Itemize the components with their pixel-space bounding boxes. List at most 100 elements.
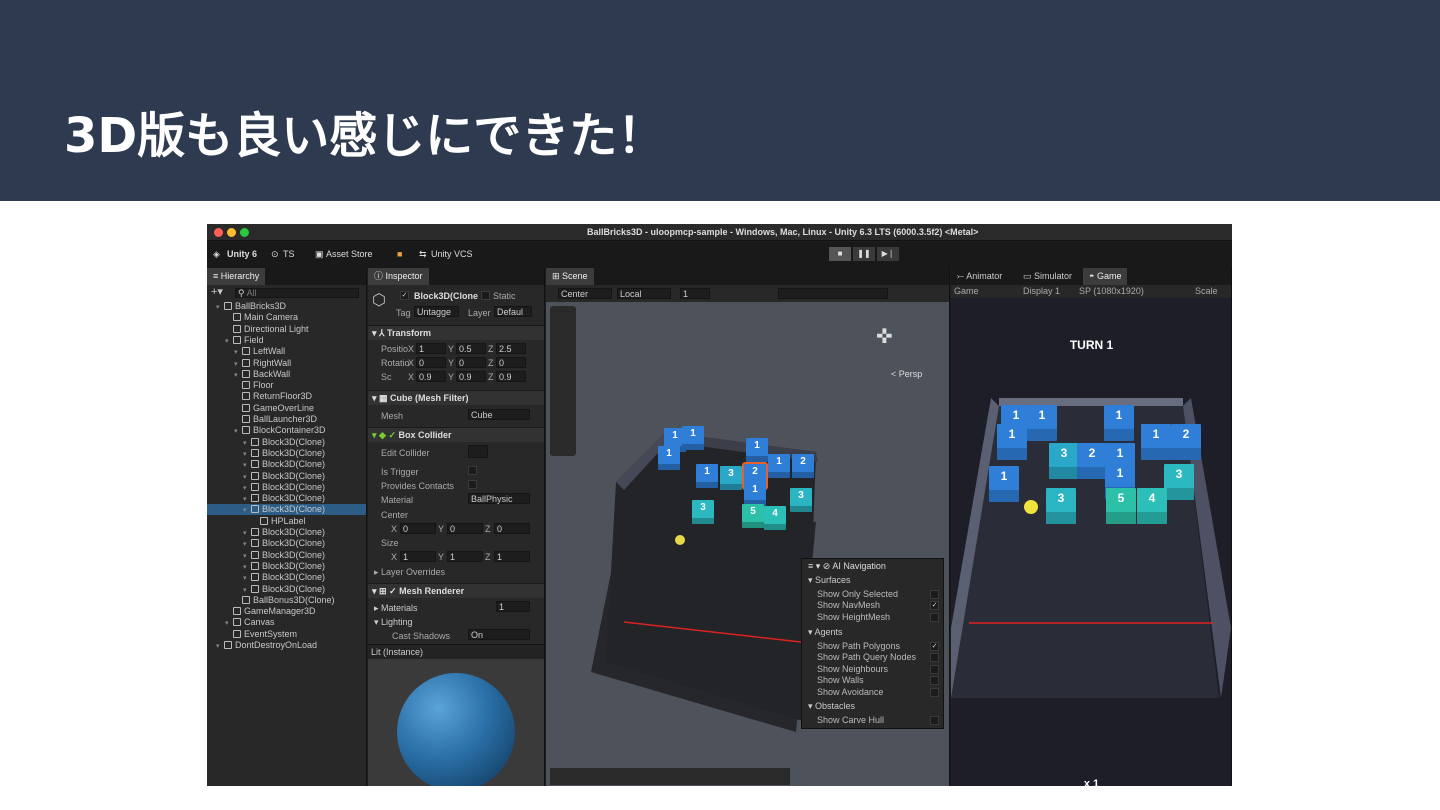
game-viewport[interactable] xyxy=(951,298,1232,786)
scene-gizmo-icon[interactable]: ✜ xyxy=(876,324,893,349)
scene-block[interactable]: 1 xyxy=(682,426,704,450)
ai-nav-option-checkbox[interactable] xyxy=(930,590,939,599)
hierarchy-item[interactable]: HPLabel xyxy=(207,516,366,527)
ai-nav-option-checkbox[interactable]: ✓ xyxy=(930,642,939,651)
hierarchy-item[interactable]: ▾ Block3D(Clone) xyxy=(207,493,366,504)
mesh-filter-header[interactable]: ▾ ▦ Cube (Mesh Filter) xyxy=(368,390,544,405)
hierarchy-item[interactable]: ▾ Field xyxy=(207,335,366,346)
ai-nav-option-checkbox[interactable] xyxy=(930,687,939,697)
hierarchy-item[interactable]: ▾ Block3D(Clone) xyxy=(207,527,366,538)
scene-block[interactable]: 3 xyxy=(790,488,812,512)
hierarchy-item[interactable]: ▾ Block3D(Clone) xyxy=(207,550,366,561)
tab-simulator[interactable]: ▭ Simulator xyxy=(1017,268,1078,285)
material-field[interactable]: BallPhysic xyxy=(468,493,530,504)
unity-version-label[interactable]: Unity 6 xyxy=(227,249,257,259)
stop-button[interactable]: ■ xyxy=(829,247,851,261)
scene-block[interactable]: 1 xyxy=(696,464,718,488)
package-icon[interactable]: ■ xyxy=(397,249,402,259)
hierarchy-item[interactable]: ▾ BlockContainer3D xyxy=(207,425,366,436)
scene-block[interactable]: 1 xyxy=(746,438,768,462)
center-z-field[interactable]: 0 xyxy=(494,523,530,534)
hierarchy-item[interactable]: ▾ DontDestroyOnLoad xyxy=(207,640,366,652)
scale-y-field[interactable]: 0.9 xyxy=(456,371,486,382)
center-y-field[interactable]: 0 xyxy=(447,523,483,534)
hierarchy-item[interactable]: ▾ RightWall xyxy=(207,358,366,369)
add-object-button[interactable]: +▾ xyxy=(211,287,223,298)
transform-header[interactable]: ▾ ⅄ Transform xyxy=(368,325,544,340)
size-y-field[interactable]: 1 xyxy=(447,551,483,562)
cast-shadows-dropdown[interactable]: On xyxy=(468,629,530,640)
display-dropdown[interactable]: Display 1 xyxy=(1023,286,1060,296)
tab-inspector[interactable]: ⓘ Inspector xyxy=(368,268,429,285)
hierarchy-item[interactable]: GameManager3D xyxy=(207,606,366,617)
size-z-field[interactable]: 1 xyxy=(494,551,530,562)
scale-z-field[interactable]: 0.9 xyxy=(496,371,526,382)
mesh-field[interactable]: Cube xyxy=(468,409,530,420)
hierarchy-item[interactable]: ▾ Block3D(Clone) xyxy=(207,459,366,470)
active-checkbox[interactable]: ✓ xyxy=(400,291,409,300)
scene-block[interactable]: 3 xyxy=(692,500,714,524)
ai-nav-option-checkbox[interactable] xyxy=(930,676,939,686)
is-trigger-checkbox[interactable] xyxy=(468,466,477,475)
hierarchy-item[interactable]: ▾ Block3D(Clone) xyxy=(207,448,366,459)
tab-animator[interactable]: ⤚ Animator xyxy=(951,268,1008,285)
rotation-z-field[interactable]: 0 xyxy=(496,357,526,368)
hierarchy-search-input[interactable]: ⚲ All xyxy=(235,288,359,298)
grid-size-field[interactable]: 1 xyxy=(680,288,710,299)
hierarchy-item[interactable]: ▾ Block3D(Clone) xyxy=(207,584,366,595)
hierarchy-item[interactable]: ▾ Block3D(Clone) xyxy=(207,561,366,572)
expand-arrow-icon[interactable]: ▾ xyxy=(216,641,224,652)
scene-block[interactable]: 1 xyxy=(658,446,680,470)
scene-tool-palette[interactable] xyxy=(550,306,576,456)
size-x-field[interactable]: 1 xyxy=(400,551,436,562)
scene-block[interactable]: 1 xyxy=(744,482,766,506)
layer-dropdown[interactable]: Defaul xyxy=(494,306,532,317)
hierarchy-item[interactable]: EventSystem xyxy=(207,629,366,640)
layer-overrides-foldout[interactable]: ▸ Layer Overrides xyxy=(374,567,445,578)
scale-x-field[interactable]: 0.9 xyxy=(416,371,446,382)
hierarchy-item[interactable]: ▾ BallBricks3D xyxy=(207,301,366,312)
ai-navigation-title-row[interactable]: ≡ ▾ ⊘ AI Navigation xyxy=(808,561,886,572)
scene-block[interactable]: 2 xyxy=(792,454,814,478)
tab-hierarchy[interactable]: ≡ Hierarchy xyxy=(207,268,266,285)
ai-nav-option-checkbox[interactable]: ✓ xyxy=(930,601,939,611)
hierarchy-item[interactable]: Floor xyxy=(207,380,366,391)
position-z-field[interactable]: 2.5 xyxy=(496,343,526,354)
hierarchy-item[interactable]: ▾ Block3D(Clone) xyxy=(207,572,366,583)
hierarchy-item[interactable]: ▾ Block3D(Clone) xyxy=(207,538,366,549)
hierarchy-item[interactable]: ▾ Block3D(Clone) xyxy=(207,471,366,482)
center-x-field[interactable]: 0 xyxy=(400,523,436,534)
scene-block[interactable]: 1 xyxy=(768,454,790,478)
close-window-button[interactable] xyxy=(214,228,223,237)
hierarchy-item[interactable]: Directional Light xyxy=(207,324,366,335)
hierarchy-item[interactable]: ▾ Block3D(Clone) xyxy=(207,504,366,516)
step-button[interactable]: ▶❘ xyxy=(877,247,899,261)
mesh-renderer-header[interactable]: ▾ ⊞ ✓ Mesh Renderer xyxy=(368,583,544,598)
zoom-window-button[interactable] xyxy=(240,228,249,237)
pivot-dropdown[interactable]: Center xyxy=(558,288,612,299)
tab-scene[interactable]: ⊞ Scene xyxy=(546,268,594,285)
account-button[interactable]: TS xyxy=(283,249,295,259)
hierarchy-item[interactable]: BallBonus3D(Clone) xyxy=(207,595,366,606)
position-y-field[interactable]: 0.5 xyxy=(456,343,486,354)
static-checkbox[interactable] xyxy=(481,291,490,300)
rotation-y-field[interactable]: 0 xyxy=(456,357,486,368)
pause-button[interactable]: ❚❚ xyxy=(853,247,875,261)
tag-dropdown[interactable]: Untagge xyxy=(414,306,459,317)
minimize-window-button[interactable] xyxy=(227,228,236,237)
ai-nav-option-checkbox[interactable] xyxy=(930,664,939,674)
hierarchy-item[interactable]: ▾ Block3D(Clone) xyxy=(207,482,366,493)
position-x-field[interactable]: 1 xyxy=(416,343,446,354)
lighting-foldout[interactable]: ▾ Lighting xyxy=(374,617,413,628)
scale-label[interactable]: Scale xyxy=(1195,286,1218,296)
game-mode-dropdown[interactable]: Game xyxy=(954,286,979,296)
draw-mode-buttons[interactable] xyxy=(778,288,888,299)
materials-foldout[interactable]: ▸ Materials xyxy=(374,603,418,614)
hierarchy-item[interactable]: ▾ BackWall xyxy=(207,369,366,380)
rotation-x-field[interactable]: 0 xyxy=(416,357,446,368)
hierarchy-item[interactable]: GameOverLine xyxy=(207,403,366,414)
ai-nav-option-checkbox[interactable] xyxy=(930,716,939,725)
resolution-dropdown[interactable]: SP (1080x1920) xyxy=(1079,286,1144,296)
agents-header[interactable]: ▾ Agents xyxy=(808,627,843,638)
space-dropdown[interactable]: Local xyxy=(617,288,671,299)
